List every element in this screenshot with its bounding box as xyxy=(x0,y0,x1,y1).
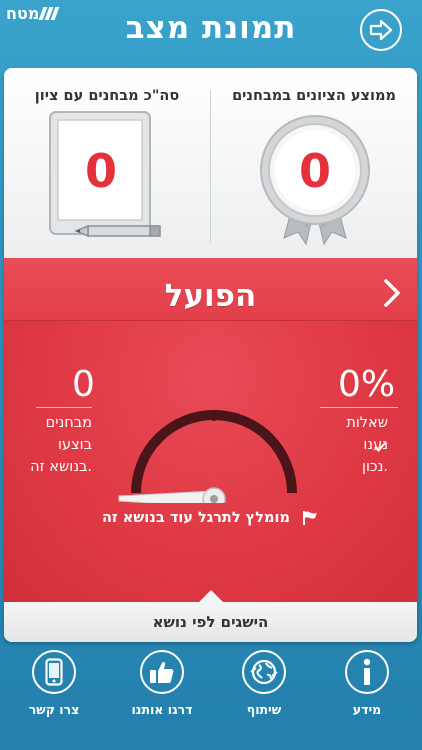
total-exams-value: 0 xyxy=(84,144,117,198)
success-gauge xyxy=(118,410,297,503)
recommendation: מומלץ לתרגל עוד בנושא זה xyxy=(4,510,417,526)
nav-rate[interactable]: דרגו אותנו xyxy=(122,650,202,717)
nav-info-label: מידע xyxy=(352,702,382,717)
correct-caption-line3: נכון. xyxy=(362,459,388,475)
achievements-by-topic-button[interactable]: הישגים לפי נושא xyxy=(4,602,417,642)
rate-button[interactable] xyxy=(140,650,184,694)
correct-percent: 0% xyxy=(338,364,396,405)
phone-icon xyxy=(45,658,63,686)
checkmark-icon xyxy=(374,442,386,452)
stats-panel: ממוצע הציונים במבחנים סה"כ מבחנים עם ציו… xyxy=(4,68,417,258)
exams-caption-line2: בוצעו xyxy=(58,437,92,453)
thumbs-up-icon xyxy=(150,661,174,683)
correct-underline xyxy=(320,407,398,408)
nav-share[interactable]: שיתוף xyxy=(224,650,304,717)
nav-contact[interactable]: צרו קשר xyxy=(14,650,94,717)
recommendation-text: מומלץ לתרגל עוד בנושא זה xyxy=(101,510,290,526)
nav-rate-label: דרגו אותנו xyxy=(131,702,193,717)
nav-share-label: שיתוף xyxy=(246,702,282,717)
exams-caption-line1: מבחנים xyxy=(45,415,92,431)
chevron-right-icon[interactable] xyxy=(380,278,404,308)
status-card: ממוצע הציונים במבחנים סה"כ מבחנים עם ציו… xyxy=(4,68,417,642)
flag-icon xyxy=(303,511,318,525)
topic-panel: הפועל 0% שאלות נענו נכון. 0 מבחנים בוצעו… xyxy=(4,258,417,602)
total-exams-label: סה"כ מבחנים עם ציון xyxy=(34,88,180,104)
gauge-arc xyxy=(131,410,297,494)
contact-button[interactable] xyxy=(32,650,76,694)
share-button[interactable] xyxy=(242,650,286,694)
nav-info[interactable]: מידע xyxy=(327,650,407,717)
nav-contact-label: צרו קשר xyxy=(28,702,80,717)
stats-divider xyxy=(210,90,211,242)
back-button[interactable] xyxy=(360,9,402,51)
info-button[interactable] xyxy=(345,650,389,694)
correct-caption-line1: שאלות xyxy=(346,415,388,431)
page-title: תמונת מצב xyxy=(125,10,297,46)
avg-grade-value: 0 xyxy=(298,144,331,198)
achievements-notch xyxy=(199,590,223,602)
exams-count: 0 xyxy=(72,364,95,405)
exams-caption: מבחנים בוצעו בנושא זה. xyxy=(12,412,92,478)
exams-caption-line3: בנושא זה. xyxy=(30,459,92,475)
share-globe-icon xyxy=(250,659,278,685)
avg-grade-label: ממוצע הציונים במבחנים xyxy=(232,88,396,104)
info-icon xyxy=(363,658,371,685)
arrow-right-icon xyxy=(369,19,393,41)
topic-title[interactable]: הפועל xyxy=(4,278,417,314)
exams-underline xyxy=(36,407,92,408)
